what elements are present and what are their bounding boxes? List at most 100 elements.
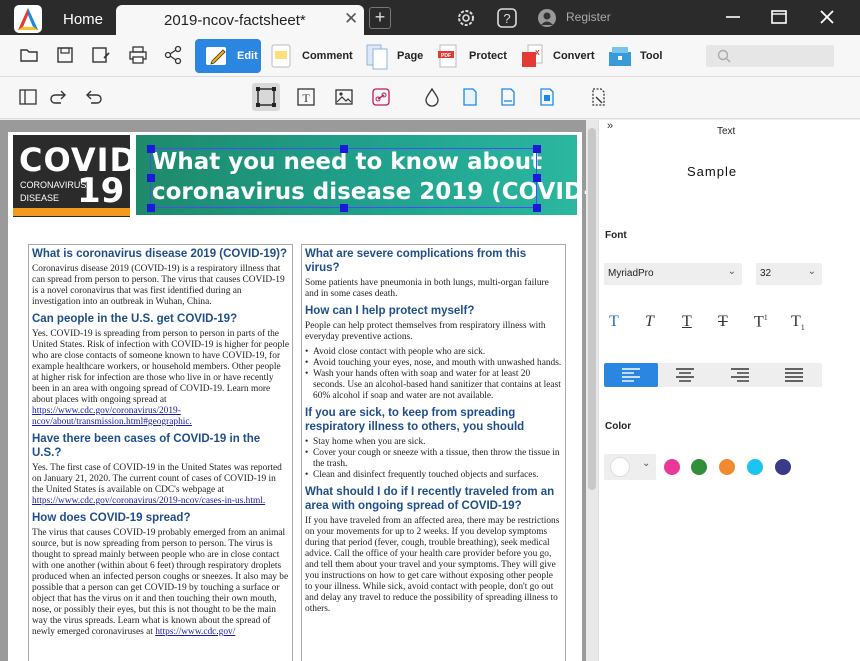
- underline-text-icon[interactable]: T: [682, 313, 692, 331]
- logo-number: 19: [77, 171, 125, 211]
- strikethrough-text-icon[interactable]: T: [718, 313, 728, 331]
- section-heading: If you are sick, to keep from spreading …: [305, 407, 525, 433]
- alignment-group: [604, 363, 822, 387]
- pdf-page[interactable]: COVID CORONAVIRUS DISEASE 19 What you ne…: [8, 132, 598, 661]
- cases-link[interactable]: https://www.cdc.gov/coronavirus/2019-nco…: [32, 496, 265, 506]
- protect-mode-button[interactable]: PDF Protect: [435, 39, 507, 73]
- comment-mode-button[interactable]: Comment: [268, 39, 353, 73]
- register-link[interactable]: Register: [566, 10, 611, 24]
- close-window-icon[interactable]: [816, 6, 838, 28]
- color-swatch[interactable]: [719, 459, 735, 475]
- panel-heading: Text: [717, 126, 736, 137]
- section-heading: How does COVID-19 spread?: [32, 512, 191, 524]
- current-color-select[interactable]: ⌄: [604, 454, 656, 480]
- edit-pencil-icon: [206, 47, 226, 65]
- help-icon[interactable]: ?: [496, 7, 518, 29]
- font-family-select[interactable]: MyriadPro ⌄: [604, 263, 742, 285]
- geographic-link[interactable]: https://www.cdc.gov/coronavirus/2019-nco…: [32, 406, 192, 427]
- bold-text-icon[interactable]: T: [609, 313, 619, 331]
- page-mode-button[interactable]: Page: [363, 39, 423, 73]
- watermark-icon[interactable]: [421, 86, 443, 108]
- save-as-icon[interactable]: [90, 44, 112, 66]
- resize-handle[interactable]: [340, 145, 348, 153]
- color-swatch[interactable]: [691, 459, 707, 475]
- minimize-icon[interactable]: [722, 6, 744, 28]
- convert-mode-button[interactable]: X Convert: [519, 39, 595, 73]
- chevron-down-icon: ⌄: [642, 458, 651, 469]
- add-image-icon[interactable]: [333, 86, 355, 108]
- cdc-link[interactable]: https://www.cdc.gov/: [155, 627, 235, 637]
- header-footer-icon[interactable]: [497, 86, 519, 108]
- italic-text-icon[interactable]: T: [645, 313, 654, 331]
- chevron-down-icon: ⌄: [727, 266, 736, 277]
- resize-handle[interactable]: [147, 174, 155, 182]
- section-body: Coronavirus disease 2019 (COVID-19) is a…: [32, 264, 285, 307]
- subscript-text-icon[interactable]: T1: [791, 313, 805, 332]
- close-tab-icon[interactable]: ✕: [344, 9, 358, 29]
- edit-mode-button[interactable]: Edit: [195, 39, 261, 73]
- align-center-button[interactable]: [658, 363, 712, 387]
- section-body: People can help protect themselves from …: [305, 321, 546, 342]
- section-body: Yes. COVID-19 is spreading from person t…: [32, 329, 289, 428]
- section-heading: Have there been cases of COVID-19 in the…: [32, 433, 261, 459]
- color-swatch[interactable]: [747, 459, 763, 475]
- resize-handle[interactable]: [340, 204, 348, 212]
- home-tab[interactable]: Home: [63, 11, 103, 28]
- add-link-icon[interactable]: [370, 86, 392, 108]
- resize-handle[interactable]: [533, 204, 541, 212]
- list-item: Clean and disinfect frequently touched o…: [305, 470, 562, 481]
- search-input[interactable]: [706, 45, 834, 67]
- superscript-text-icon[interactable]: T1: [754, 313, 768, 331]
- resize-handle[interactable]: [147, 204, 155, 212]
- list-item: Avoid touching your eyes, nose, and mout…: [305, 358, 562, 369]
- resize-handle[interactable]: [147, 145, 155, 153]
- tool-label: Tool: [640, 50, 663, 62]
- svg-text:X: X: [535, 50, 540, 57]
- color-swatch[interactable]: [775, 459, 791, 475]
- app-logo-icon[interactable]: [14, 5, 42, 33]
- tool-mode-button[interactable]: Tool: [606, 39, 662, 73]
- settings-gear-icon[interactable]: [455, 7, 477, 29]
- resize-handle[interactable]: [533, 145, 541, 153]
- align-left-button[interactable]: [604, 363, 658, 387]
- align-right-button[interactable]: [713, 363, 767, 387]
- ocr-icon[interactable]: [587, 86, 609, 108]
- bullet-list: Avoid close contact with people who are …: [305, 347, 562, 402]
- new-tab-button[interactable]: +: [369, 7, 391, 29]
- paragraph-text: Yes. COVID-19 is spreading from person t…: [32, 329, 289, 405]
- font-size-select[interactable]: 32 ⌄: [756, 263, 822, 285]
- scrollbar-thumb[interactable]: [588, 128, 596, 490]
- left-text-column[interactable]: What is coronavirus disease 2019 (COVID-…: [28, 244, 293, 661]
- text-properties-panel: » Text Sample Font MyriadPro ⌄ 32 ⌄ T T …: [598, 120, 860, 661]
- section-heading: How can I help protect myself?: [305, 305, 475, 317]
- svg-text:T: T: [302, 91, 310, 105]
- sidebar-toggle-icon[interactable]: [17, 86, 39, 108]
- add-text-icon[interactable]: T: [295, 86, 317, 108]
- print-icon[interactable]: [127, 44, 149, 66]
- user-avatar-icon[interactable]: [536, 7, 558, 29]
- document-canvas[interactable]: COVID CORONAVIRUS DISEASE 19 What you ne…: [0, 120, 598, 661]
- right-text-column[interactable]: What are severe complications from this …: [301, 244, 566, 661]
- collapse-panel-icon[interactable]: »: [607, 120, 613, 132]
- color-swatch[interactable]: [664, 459, 680, 475]
- select-object-icon[interactable]: [252, 83, 280, 111]
- align-justify-icon: [785, 368, 803, 382]
- section-heading: Can people in the U.S. get COVID-19?: [32, 313, 238, 325]
- align-justify-button[interactable]: [767, 363, 821, 387]
- comment-icon: [271, 44, 291, 68]
- document-tab[interactable]: 2019-ncov-factsheet* ✕: [116, 5, 364, 35]
- redo-icon[interactable]: [47, 86, 69, 108]
- maximize-icon[interactable]: [768, 6, 790, 28]
- resize-handle[interactable]: [533, 174, 541, 182]
- document-tab-title: 2019-ncov-factsheet*: [164, 12, 306, 29]
- page-icon: [366, 44, 388, 70]
- bates-number-icon[interactable]: [536, 86, 558, 108]
- undo-icon[interactable]: [83, 86, 105, 108]
- background-icon[interactable]: [459, 86, 481, 108]
- section-heading: What are severe complications from this …: [305, 248, 527, 274]
- text-selection-box[interactable]: [150, 148, 537, 208]
- section-body: The virus that causes COVID-19 probably …: [32, 528, 289, 638]
- open-folder-icon[interactable]: [18, 44, 40, 66]
- share-icon[interactable]: [162, 44, 184, 66]
- save-icon[interactable]: [54, 44, 76, 66]
